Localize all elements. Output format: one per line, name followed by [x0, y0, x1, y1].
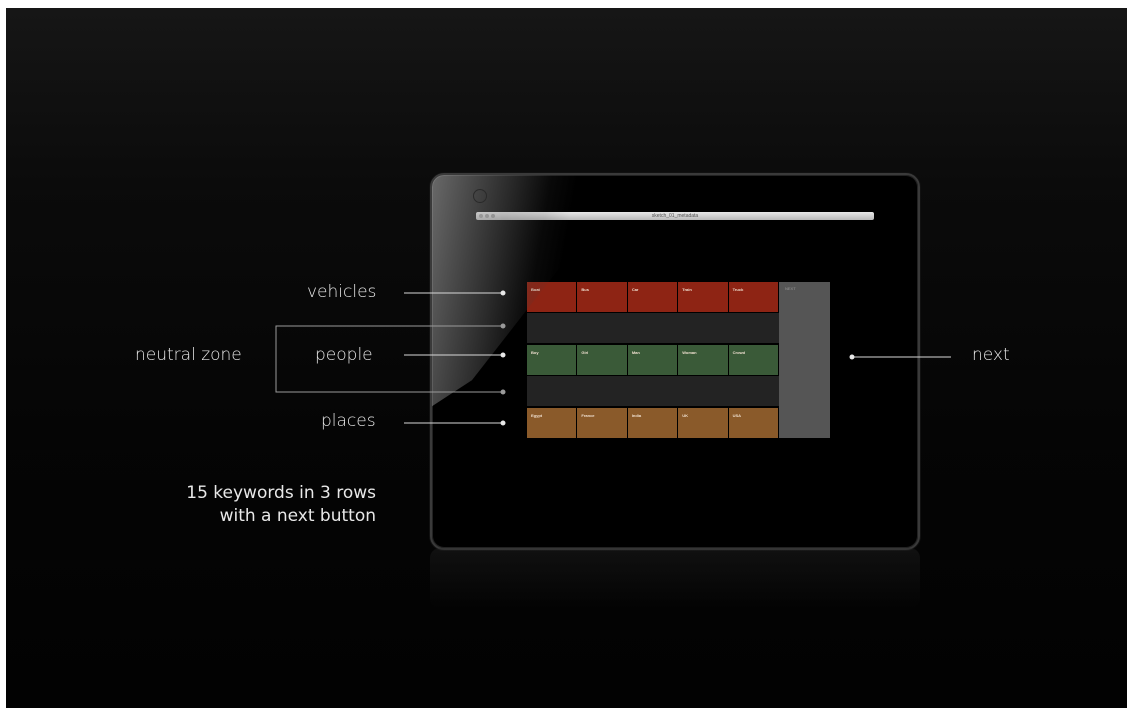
slide-caption: 15 keywords in 3 rows with a next button — [166, 482, 376, 528]
label-next: next — [972, 345, 1010, 365]
label-people: people — [315, 345, 373, 365]
label-places: places — [321, 411, 376, 431]
label-neutral-zone: neutral zone — [135, 345, 242, 365]
slide: sketch_01_metadata Boat Bus Car Train Tr… — [6, 8, 1127, 708]
caption-line: 15 keywords in 3 rows — [186, 483, 376, 503]
caption-line: with a next button — [219, 506, 376, 526]
label-vehicles: vehicles — [307, 282, 377, 302]
